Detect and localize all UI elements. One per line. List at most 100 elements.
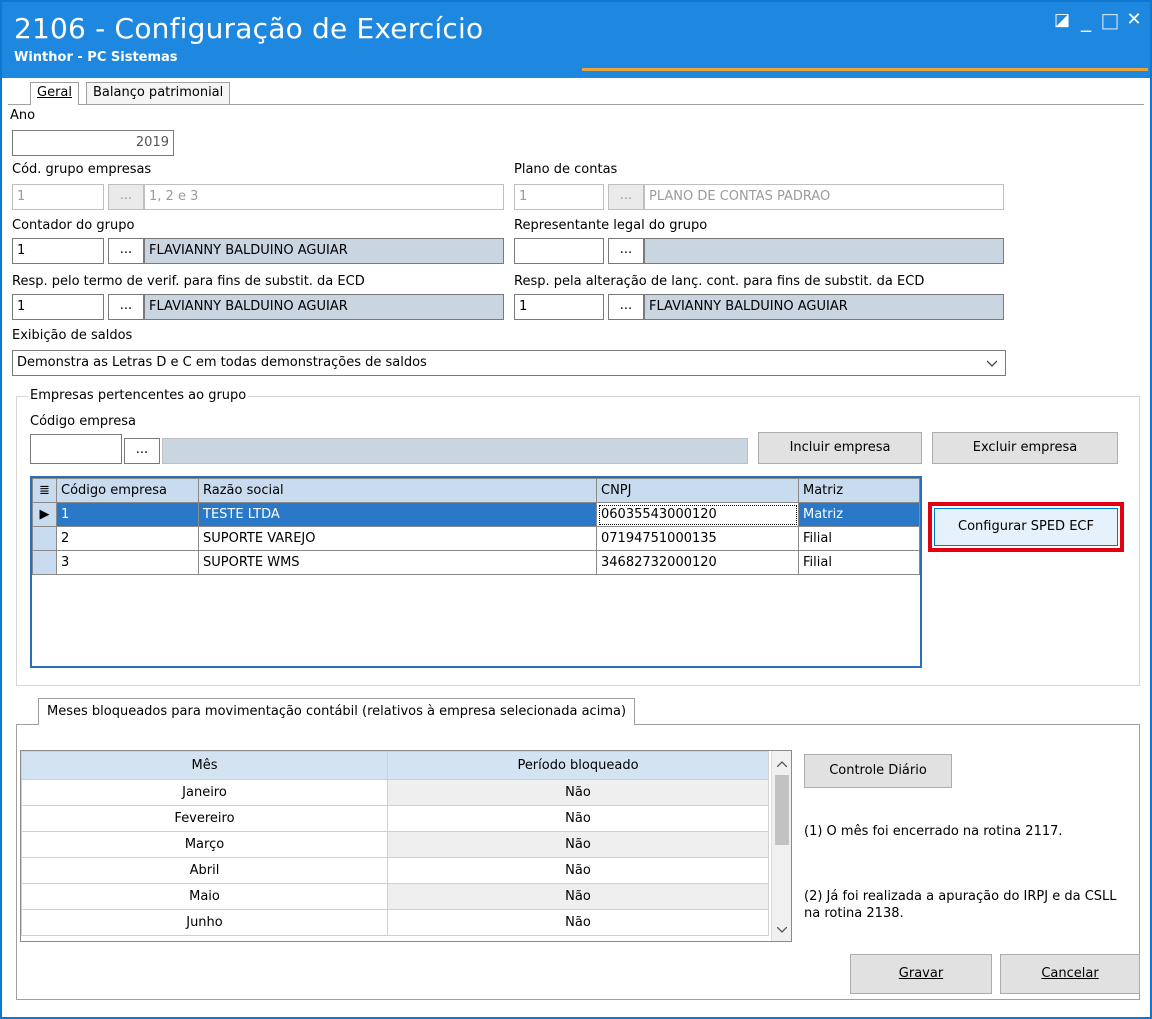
meses-tab-label: Meses bloqueados para movimentação contá… — [47, 704, 627, 719]
codigo-empresa-lookup-button[interactable]: ... — [124, 438, 160, 464]
cell-bloqueado: Não — [387, 779, 769, 806]
contador-lookup-button[interactable]: ... — [108, 238, 144, 264]
cell-cnpj[interactable]: 06035543000120 — [596, 502, 799, 527]
col-periodo-bloqueado[interactable]: Período bloqueado — [387, 751, 769, 780]
table-row[interactable]: 2 SUPORTE VAREJO 07194751000135 Filial — [32, 526, 920, 551]
excluir-empresa-button[interactable]: Excluir empresa — [932, 432, 1118, 464]
representante-desc — [644, 238, 1004, 264]
resp-alteracao-label: Resp. pela alteração de lanç. cont. para… — [514, 274, 925, 289]
scroll-down-icon[interactable] — [777, 927, 787, 933]
tab-strip-line — [8, 104, 1144, 105]
resp-termo-code[interactable]: 1 — [12, 294, 104, 320]
cell-mes: Junho — [21, 909, 388, 936]
configurar-sped-ecf-button[interactable]: Configurar SPED ECF — [934, 508, 1118, 546]
grid-menu-icon[interactable]: ≣ — [32, 478, 57, 503]
empresas-grid[interactable]: ≣ Código empresa Razão social CNPJ Matri… — [30, 476, 922, 668]
note-2: (2) Já foi realizada a apuração do IRPJ … — [804, 889, 1117, 921]
table-row[interactable]: Março Não — [21, 831, 769, 858]
table-row[interactable]: ▶ 1 TESTE LTDA 06035543000120 Matriz — [32, 502, 920, 527]
codigo-empresa-input[interactable] — [30, 434, 122, 464]
col-cnpj[interactable]: CNPJ — [596, 478, 799, 503]
title-accent-bar — [582, 68, 1148, 71]
tab-meses-bloqueados[interactable]: Meses bloqueados para movimentação contá… — [38, 698, 636, 725]
grupo-empresas-code[interactable]: 1 — [12, 184, 104, 210]
restore-icon[interactable]: ◪ — [1050, 10, 1074, 30]
grupo-empresas-desc: 1, 2 e 3 — [144, 184, 504, 210]
representante-code[interactable] — [514, 238, 604, 264]
table-row[interactable]: Junho Não — [21, 909, 769, 936]
cell-bloqueado: Não — [387, 857, 769, 884]
codigo-empresa-desc — [162, 438, 748, 464]
contador-code[interactable]: 1 — [12, 238, 104, 264]
cell-mes: Fevereiro — [21, 805, 388, 832]
close-icon[interactable]: ✕ — [1122, 10, 1146, 30]
controle-diario-label: Controle Diário — [829, 763, 927, 778]
table-row[interactable]: Janeiro Não — [21, 779, 769, 806]
grupo-empresas-lookup-button[interactable]: ... — [108, 184, 144, 210]
resp-termo-label: Resp. pelo termo de verif. para fins de … — [12, 274, 365, 289]
exibicao-label: Exibição de saldos — [12, 328, 133, 343]
window-subtitle: Winthor - PC Sistemas — [14, 50, 178, 65]
cell-bloqueado: Não — [387, 805, 769, 832]
resp-termo-lookup-button[interactable]: ... — [108, 294, 144, 320]
table-row[interactable]: Abril Não — [21, 857, 769, 884]
resp-alteracao-desc: FLAVIANNY BALDUINO AGUIAR — [644, 294, 1004, 320]
tab-geral[interactable]: Geral — [30, 82, 79, 105]
ano-field[interactable]: 2019 — [12, 130, 174, 156]
note-1: (1) O mês foi encerrado na rotina 2117. — [804, 824, 1063, 839]
empresas-table: ≣ Código empresa Razão social CNPJ Matri… — [32, 478, 920, 575]
cell-razao: TESTE LTDA — [198, 502, 597, 527]
cancelar-button[interactable]: Cancelar — [1000, 954, 1140, 994]
tab-balanco-patrimonial[interactable]: Balanço patrimonial — [86, 82, 231, 104]
cell-codigo: 2 — [56, 526, 199, 551]
resp-alteracao-code[interactable]: 1 — [514, 294, 604, 320]
cell-matriz: Filial — [798, 526, 920, 551]
scroll-up-icon[interactable] — [777, 761, 787, 767]
plano-contas-lookup-button[interactable]: ... — [608, 184, 644, 210]
representante-label: Representante legal do grupo — [514, 218, 708, 233]
cell-razao: SUPORTE WMS — [198, 550, 597, 575]
incluir-empresa-label: Incluir empresa — [789, 440, 891, 455]
contador-desc: FLAVIANNY BALDUINO AGUIAR — [144, 238, 504, 264]
maximize-icon[interactable]: □ — [1098, 10, 1122, 30]
codigo-empresa-label: Código empresa — [30, 414, 136, 429]
col-razao-social[interactable]: Razão social — [198, 478, 597, 503]
gravar-button[interactable]: Gravar — [850, 954, 992, 994]
col-codigo-empresa[interactable]: Código empresa — [56, 478, 199, 503]
col-mes[interactable]: Mês — [21, 751, 388, 780]
meses-grid[interactable]: Mês Período bloqueado Janeiro Não Feverei… — [20, 750, 792, 942]
col-matriz[interactable]: Matriz — [798, 478, 920, 503]
incluir-empresa-button[interactable]: Incluir empresa — [758, 432, 922, 464]
meses-scrollbar[interactable] — [771, 751, 791, 941]
row-indicator — [32, 526, 57, 551]
row-indicator — [32, 550, 57, 575]
table-row[interactable]: Maio Não — [21, 883, 769, 910]
resp-termo-desc: FLAVIANNY BALDUINO AGUIAR — [144, 294, 504, 320]
table-row[interactable]: Fevereiro Não — [21, 805, 769, 832]
content-area: Geral Balanço patrimonial Ano 2019 Cód. … — [8, 78, 1146, 1017]
meses-table: Mês Período bloqueado Janeiro Não Feverei… — [21, 751, 769, 936]
cell-cnpj: 34682732000120 — [596, 550, 799, 575]
scroll-thumb[interactable] — [775, 775, 789, 845]
contador-label: Contador do grupo — [12, 218, 135, 233]
cell-mes: Maio — [21, 883, 388, 910]
grupo-empresas-label: Cód. grupo empresas — [12, 162, 152, 177]
cell-bloqueado: Não — [387, 909, 769, 936]
window-title: 2106 - Configuração de Exercício — [14, 12, 484, 45]
representante-lookup-button[interactable]: ... — [608, 238, 644, 264]
main-window: 2106 - Configuração de Exercício Winthor… — [0, 0, 1152, 1019]
resp-alteracao-lookup-button[interactable]: ... — [608, 294, 644, 320]
cell-razao: SUPORTE VAREJO — [198, 526, 597, 551]
cell-mes: Março — [21, 831, 388, 858]
title-bar[interactable]: 2106 - Configuração de Exercício Winthor… — [2, 2, 1150, 78]
controle-diario-button[interactable]: Controle Diário — [804, 754, 952, 788]
minimize-icon[interactable]: _ — [1074, 10, 1098, 30]
exibicao-select[interactable]: Demonstra as Letras D e C em todas demon… — [12, 350, 1006, 376]
plano-contas-desc: PLANO DE CONTAS PADRAO — [644, 184, 1004, 210]
cancelar-label: Cancelar — [1041, 966, 1099, 981]
chevron-down-icon — [987, 360, 997, 367]
plano-contas-code[interactable]: 1 — [514, 184, 604, 210]
configurar-sped-ecf-label: Configurar SPED ECF — [958, 519, 1094, 534]
excluir-empresa-label: Excluir empresa — [972, 440, 1078, 455]
table-row[interactable]: 3 SUPORTE WMS 34682732000120 Filial — [32, 550, 920, 575]
